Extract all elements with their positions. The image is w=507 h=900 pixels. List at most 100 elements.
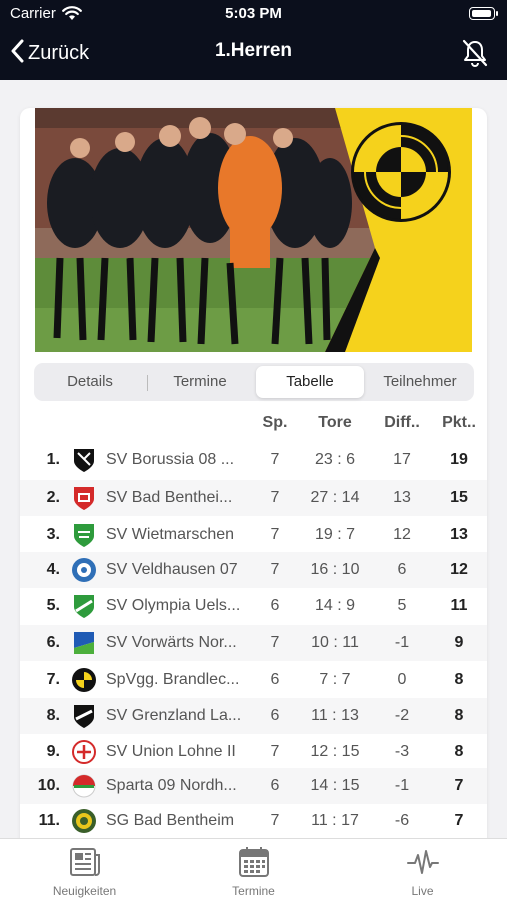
row-diff: -1 [394, 634, 410, 651]
bell-slash-icon [459, 39, 491, 73]
header-tore: Tore [318, 414, 352, 431]
back-button[interactable]: Zurück [10, 38, 89, 68]
tab-label: Live [411, 884, 434, 898]
row-diff: 12 [393, 526, 411, 543]
chevron-left-icon [10, 39, 24, 68]
row-tore: 16 : 10 [310, 561, 360, 578]
row-diff: -3 [394, 743, 410, 760]
row-tore: 27 : 14 [310, 489, 360, 506]
row-pkt: 13 [450, 526, 468, 543]
team-card: Details Termine Tabelle Teilnehmer Sp. T… [20, 108, 487, 848]
row-tore: 10 : 11 [311, 634, 359, 651]
row-team: SV Olympia Uels... [106, 597, 241, 614]
tab-details[interactable]: Details [38, 366, 142, 398]
table-row[interactable]: 11. SG Bad Bentheim 7 11 : 17 -6 7 [20, 803, 487, 839]
table-row[interactable]: 9. SV Union Lohne II 7 12 : 15 -3 8 [20, 734, 487, 770]
row-sp: 7 [270, 634, 280, 651]
row-pkt: 7 [454, 812, 464, 829]
table-row[interactable]: 10. Sparta 09 Nordh... 6 14 : 15 -1 7 [20, 768, 487, 804]
row-tore: 11 : 13 [311, 707, 359, 724]
row-tore: 23 : 6 [314, 451, 356, 468]
tab-termine[interactable]: Termine [148, 366, 252, 398]
table-row[interactable]: 3. SV Wietmarschen 7 19 : 7 12 13 [20, 517, 487, 553]
table-row[interactable]: 4. SV Veldhausen 07 7 16 : 10 6 12 [20, 552, 487, 588]
row-rank: 1. [46, 451, 60, 468]
table-header: Sp. Tore Diff.. Pkt.. [20, 408, 487, 438]
brandlecht-logo-icon [71, 667, 97, 693]
row-sp: 7 [270, 812, 280, 829]
row-rank: 8. [46, 707, 60, 724]
tab-bar: Neuigkeiten Termine Live [0, 838, 507, 900]
row-team: SV Vorwärts Nor... [106, 634, 237, 651]
row-diff: -1 [394, 777, 410, 794]
table-row[interactable]: 1. SV Borussia 08 ... 7 23 : 6 17 19 [20, 442, 487, 478]
row-pkt: 15 [450, 489, 468, 506]
team-photo [35, 108, 472, 352]
notification-off-button[interactable] [459, 37, 491, 69]
row-team: Sparta 09 Nordh... [106, 777, 237, 794]
sparta-logo-icon [71, 773, 97, 799]
row-tore: 12 : 15 [310, 743, 360, 760]
row-tore: 7 : 7 [319, 671, 351, 688]
battery-icon [469, 7, 498, 20]
header-sp: Sp. [262, 414, 288, 431]
row-pkt: 8 [454, 671, 464, 688]
row-rank: 6. [46, 634, 60, 651]
tab-neuigkeiten[interactable]: Neuigkeiten [0, 839, 169, 900]
bad-bentheim-logo-icon [71, 485, 97, 511]
row-rank: 2. [46, 489, 60, 506]
veldhausen-logo-icon [71, 557, 97, 583]
row-sp: 6 [270, 777, 280, 794]
header-pkt: Pkt.. [442, 414, 476, 431]
row-sp: 7 [270, 561, 280, 578]
row-rank: 11. [38, 812, 60, 829]
row-tore: 14 : 9 [314, 597, 356, 614]
tab-label: Termine [232, 884, 275, 898]
row-team: SV Veldhausen 07 [106, 561, 238, 578]
table-row[interactable]: 7. SpVgg. Brandlec... 6 7 : 7 0 8 [20, 662, 487, 698]
row-tore: 11 : 17 [311, 812, 359, 829]
row-rank: 3. [46, 526, 60, 543]
row-pkt: 8 [454, 743, 464, 760]
row-diff: 17 [393, 451, 411, 468]
row-team: SV Wietmarschen [106, 526, 235, 543]
status-bar: Carrier 5:03 PM [0, 0, 507, 28]
header-diff: Diff.. [384, 414, 420, 431]
table-row[interactable]: 6. SV Vorwärts Nor... 7 10 : 11 -1 9 [20, 625, 487, 661]
table-row[interactable]: 8. SV Grenzland La... 6 11 : 13 -2 8 [20, 698, 487, 734]
row-pkt: 8 [454, 707, 464, 724]
row-tore: 14 : 15 [310, 777, 360, 794]
row-tore: 19 : 7 [314, 526, 356, 543]
union-lohne-logo-icon [71, 739, 97, 765]
nav-bar: Zurück 1.Herren [0, 30, 507, 76]
back-label: Zurück [28, 41, 90, 64]
row-pkt: 9 [454, 634, 464, 651]
row-sp: 6 [270, 597, 280, 614]
row-rank: 10. [37, 777, 60, 794]
tab-tabelle[interactable]: Tabelle [256, 366, 364, 398]
row-diff: 0 [397, 671, 407, 688]
table-row[interactable]: 2. SV Bad Benthei... 7 27 : 14 13 15 [20, 480, 487, 516]
status-time: 5:03 PM [225, 5, 282, 22]
olympia-logo-icon [71, 593, 97, 619]
vorwaerts-logo-icon [71, 630, 97, 656]
table-row[interactable]: 5. SV Olympia Uels... 6 14 : 9 5 11 [20, 588, 487, 624]
sg-bad-bentheim-logo-icon [71, 808, 97, 834]
borussia-logo-icon [71, 447, 97, 473]
row-sp: 6 [270, 671, 280, 688]
row-sp: 7 [270, 743, 280, 760]
row-diff: -6 [394, 812, 410, 829]
row-sp: 7 [270, 489, 280, 506]
row-team: SV Union Lohne II [106, 743, 236, 760]
tab-teilnehmer[interactable]: Teilnehmer [368, 366, 472, 398]
row-diff: 5 [397, 597, 407, 614]
row-rank: 4. [46, 561, 60, 578]
tab-termine-nav[interactable]: Termine [169, 839, 338, 900]
grenzland-logo-icon [71, 703, 97, 729]
row-sp: 6 [270, 707, 280, 724]
tab-live[interactable]: Live [338, 839, 507, 900]
row-sp: 7 [270, 526, 280, 543]
wietmarschen-logo-icon [71, 522, 97, 548]
navigation-header: Carrier 5:03 PM Zurück 1.Herren [0, 0, 507, 80]
row-rank: 9. [46, 743, 60, 760]
